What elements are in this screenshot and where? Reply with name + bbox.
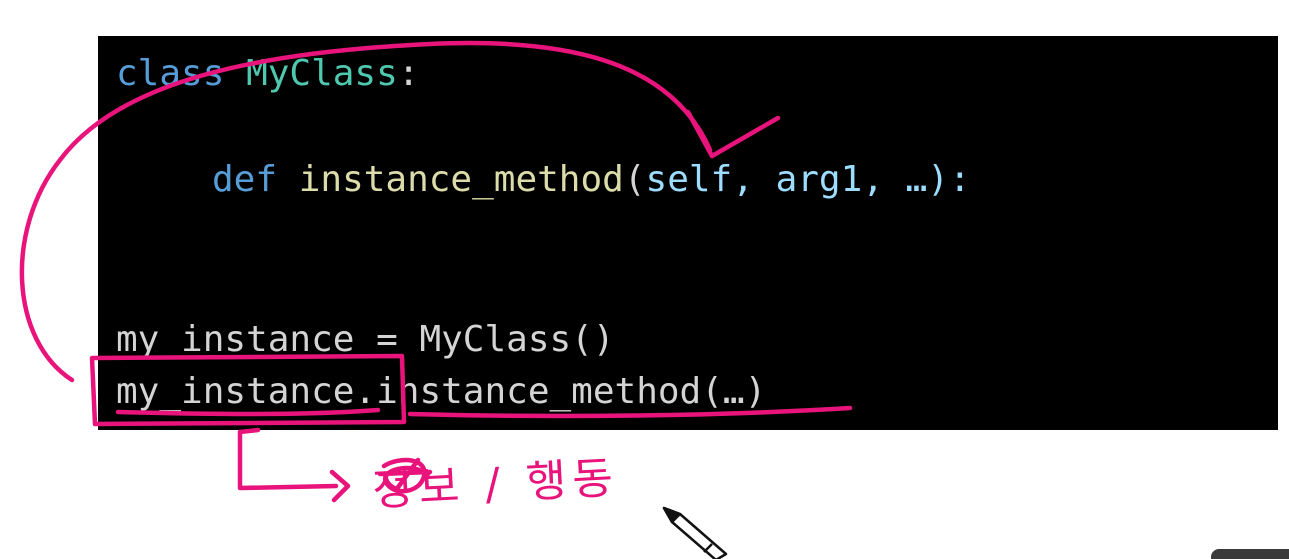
code-line-method-call: my_instance.instance_method(…) — [116, 370, 766, 414]
class-keyword: class — [116, 53, 225, 94]
code-line-class-def: class MyClass: — [116, 52, 419, 96]
method-name: instance_method — [298, 159, 624, 200]
bracket-arrow — [237, 427, 339, 491]
code-block: class MyClass: def instance_method(self,… — [98, 36, 1278, 430]
self-param: self — [645, 159, 733, 200]
bracket-arrow-head — [329, 469, 351, 503]
method-call: instance_method(…) — [376, 371, 767, 412]
code-line-method-def: def instance_method(self, arg1, …): — [212, 158, 971, 202]
method-rest-args: , arg1, …): — [732, 159, 971, 200]
code-line-instantiation: my_instance = MyClass() — [116, 318, 615, 362]
call-dot: . — [354, 371, 377, 412]
assign-op: = — [354, 319, 420, 360]
video-frame: class MyClass: def instance_method(self,… — [0, 0, 1289, 559]
class-name: MyClass — [246, 53, 398, 94]
instance-var-call: my_instance — [116, 371, 355, 412]
def-keyword: def — [212, 159, 278, 200]
method-open-paren: ( — [623, 159, 646, 200]
handwritten-note: 정보 / 행동 — [371, 452, 621, 517]
player-corner-control — [1211, 549, 1289, 559]
instance-var: my_instance — [116, 319, 355, 360]
constructor-call: MyClass() — [419, 319, 615, 360]
pencil-cursor-icon — [662, 506, 728, 559]
class-colon: : — [397, 53, 420, 94]
